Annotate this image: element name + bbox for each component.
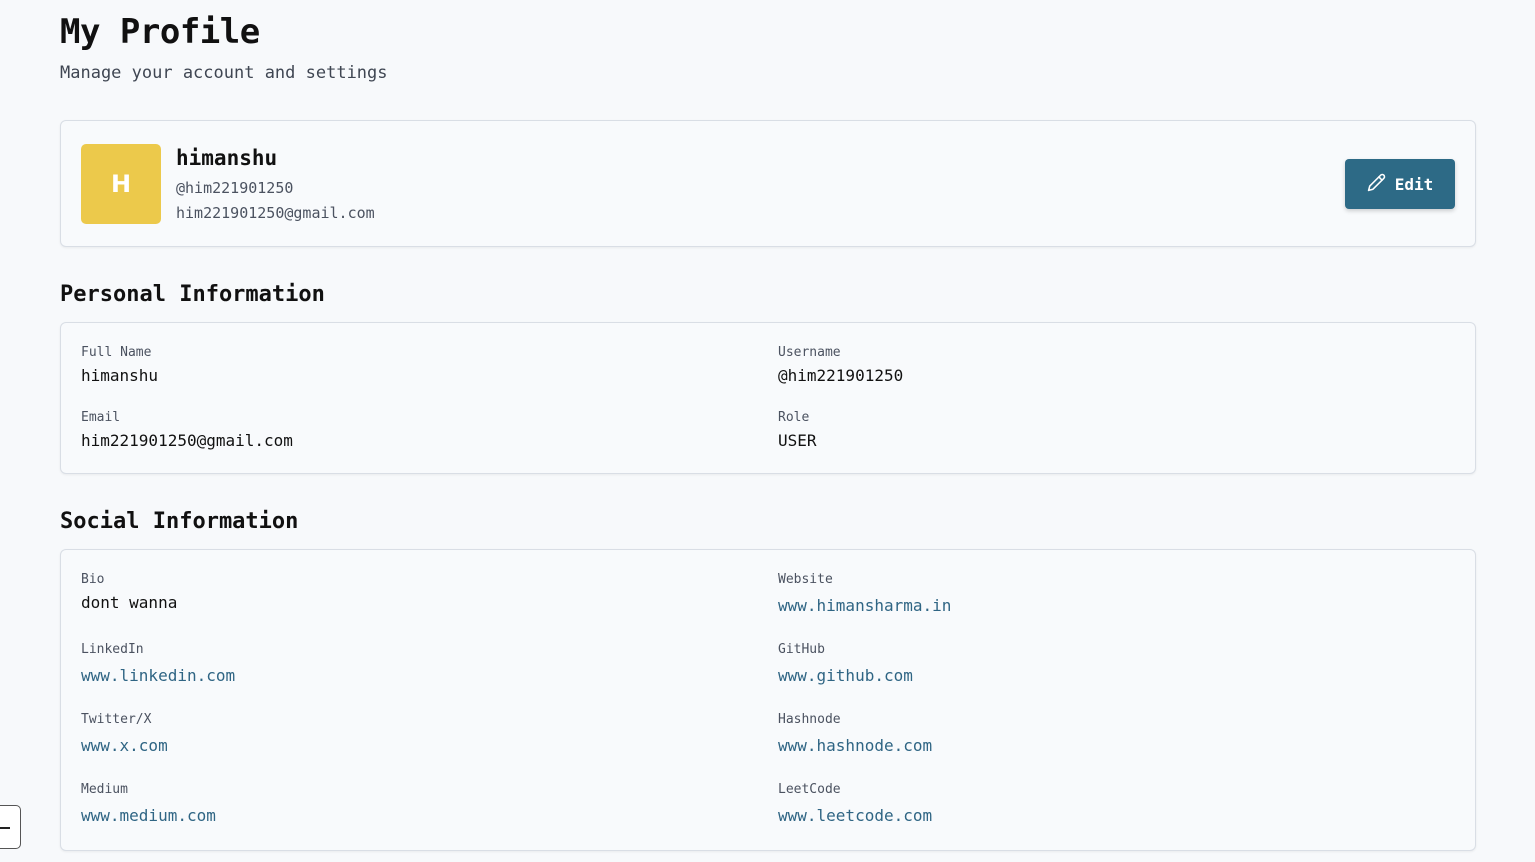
social-information-card: Bio dont wanna Website www.himansharma.i…: [60, 549, 1476, 851]
field-value: him221901250@gmail.com: [81, 431, 293, 450]
field-label: Email: [81, 410, 121, 425]
page-title: My Profile: [60, 12, 260, 52]
twitter-field: Twitter/X www.x.com: [81, 712, 168, 756]
edit-profile-button[interactable]: Edit: [1345, 159, 1455, 209]
personal-information-heading: Personal Information: [60, 282, 325, 307]
field-label: GitHub: [778, 642, 825, 657]
github-field: GitHub www.github.com: [778, 642, 913, 686]
field-label: Medium: [81, 782, 128, 797]
leetcode-field: LeetCode www.leetcode.com: [778, 782, 932, 826]
hashnode-field: Hashnode www.hashnode.com: [778, 712, 932, 756]
linkedin-field: LinkedIn www.linkedin.com: [81, 642, 235, 686]
medium-link[interactable]: www.medium.com: [81, 806, 216, 826]
field-label: LinkedIn: [81, 642, 144, 657]
field-label: Twitter/X: [81, 712, 152, 727]
website-link[interactable]: www.himansharma.in: [778, 596, 951, 616]
website-field: Website www.himansharma.in: [778, 572, 951, 616]
field-value: dont wanna: [81, 593, 178, 612]
profile-summary-card: H himanshu @him221901250 him221901250@gm…: [60, 120, 1476, 247]
role-field: Role USER: [778, 410, 817, 451]
field-label: Bio: [81, 572, 105, 587]
field-label: LeetCode: [778, 782, 841, 797]
profile-name: himanshu: [176, 146, 278, 170]
profile-page: My Profile Manage your account and setti…: [0, 0, 1535, 862]
sidebar-toggle-button[interactable]: [0, 805, 21, 849]
edit-button-label: Edit: [1394, 174, 1434, 194]
hashnode-link[interactable]: www.hashnode.com: [778, 736, 932, 756]
username-field: Username @him221901250: [778, 345, 903, 386]
twitter-link[interactable]: www.x.com: [81, 736, 168, 756]
pencil-icon: [1367, 173, 1386, 196]
full-name-field: Full Name himanshu: [81, 345, 158, 386]
personal-information-card: Full Name himanshu Username @him22190125…: [60, 322, 1476, 474]
field-label: Role: [778, 410, 810, 425]
field-value: @him221901250: [778, 366, 904, 385]
linkedin-link[interactable]: www.linkedin.com: [81, 666, 235, 686]
field-label: Website: [778, 572, 833, 587]
bio-field: Bio dont wanna: [81, 572, 177, 613]
field-label: Full Name: [81, 345, 152, 360]
leetcode-link[interactable]: www.leetcode.com: [778, 806, 932, 826]
profile-email: him221901250@gmail.com: [176, 204, 375, 222]
medium-field: Medium www.medium.com: [81, 782, 216, 826]
field-label: Username: [778, 345, 841, 360]
social-information-heading: Social Information: [60, 509, 299, 534]
field-label: Hashnode: [778, 712, 841, 727]
page-subtitle: Manage your account and settings: [60, 63, 388, 83]
email-field: Email him221901250@gmail.com: [81, 410, 293, 451]
field-value: himanshu: [81, 366, 159, 385]
github-link[interactable]: www.github.com: [778, 666, 913, 686]
field-value: USER: [778, 431, 817, 450]
profile-username: @him221901250: [176, 179, 294, 197]
avatar: H: [81, 144, 161, 224]
